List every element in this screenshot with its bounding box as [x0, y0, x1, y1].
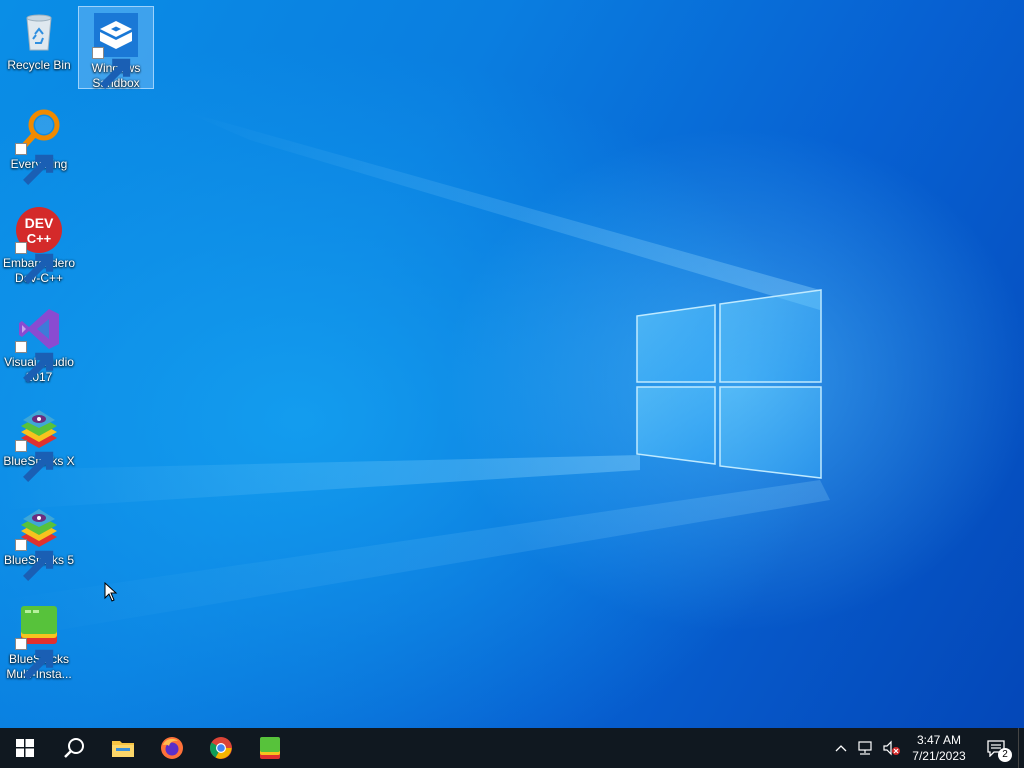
- shortcut-arrow-icon: [15, 341, 54, 383]
- desktop-icon-bluestacks-5[interactable]: BlueStacks 5: [1, 499, 77, 581]
- shortcut-arrow-icon: [15, 242, 54, 284]
- chrome-icon: [209, 737, 232, 759]
- dev-cpp-icon-text-top: DEV: [25, 215, 54, 231]
- firefox-icon: [160, 737, 183, 759]
- start-button[interactable]: [0, 728, 49, 768]
- chrome-button[interactable]: [196, 728, 245, 768]
- network-button[interactable]: [852, 728, 878, 768]
- dev-cpp-icon: DEV C++: [15, 206, 63, 284]
- bluestacks-5-icon: [15, 503, 63, 581]
- network-icon: [858, 741, 872, 755]
- desktop-icon-windows-sandbox[interactable]: Windows Sandbox: [78, 6, 154, 90]
- show-hidden-icons-button[interactable]: [830, 728, 852, 768]
- desktop-icon-bluestacks-multi-instance[interactable]: BlueStacks Multi-Insta...: [1, 598, 77, 682]
- desktop: Recycle Bin Windows Sandbox Everything D…: [0, 0, 1024, 728]
- mouse-cursor-icon: [104, 582, 118, 602]
- search-icon: [63, 738, 84, 758]
- volume-button[interactable]: [878, 728, 904, 768]
- visual-studio-icon: [15, 305, 63, 383]
- bluestacks-multi-instance-icon: [259, 737, 280, 759]
- shortcut-arrow-icon: [15, 638, 54, 680]
- desktop-icon-bluestacks-x[interactable]: BlueStacks X: [1, 400, 77, 482]
- desktop-icon-everything[interactable]: Everything: [1, 103, 77, 185]
- firefox-button[interactable]: [147, 728, 196, 768]
- shortcut-arrow-icon: [15, 440, 54, 482]
- recycle-bin-icon: [15, 8, 63, 56]
- show-desktop-button[interactable]: [1018, 728, 1024, 768]
- shortcut-arrow-icon: [15, 539, 54, 581]
- desktop-icon-label: Recycle Bin: [7, 58, 71, 72]
- search-button[interactable]: [49, 728, 98, 768]
- taskbar: 3:47 AM 7/21/2023 2: [0, 728, 1024, 768]
- bluestacks-multi-instance-button[interactable]: [245, 728, 294, 768]
- chevron-up-icon: [835, 745, 847, 752]
- shortcut-arrow-icon: [15, 143, 54, 185]
- folder-icon: [111, 741, 134, 757]
- everything-search-icon: [15, 107, 63, 185]
- file-explorer-button[interactable]: [98, 728, 147, 768]
- system-tray: 3:47 AM 7/21/2023 2: [830, 728, 1024, 768]
- windows-sandbox-icon: [92, 11, 140, 89]
- clock[interactable]: 3:47 AM 7/21/2023: [904, 728, 974, 768]
- desktop-icon-dev-cpp[interactable]: DEV C++ Embarcadero Dev-C++: [1, 202, 77, 286]
- clock-date: 7/21/2023: [912, 749, 966, 763]
- windows-logo-icon: [15, 739, 34, 757]
- shortcut-arrow-icon: [92, 47, 131, 89]
- desktop-icon-visual-studio[interactable]: Visual Studio 2017: [1, 301, 77, 385]
- bluestacks-x-icon: [15, 404, 63, 482]
- clock-time: 3:47 AM: [916, 733, 961, 747]
- action-center-button[interactable]: 2: [974, 728, 1018, 768]
- desktop-icon-recycle-bin[interactable]: Recycle Bin: [1, 4, 77, 73]
- volume-muted-icon: [883, 740, 900, 756]
- bluestacks-multi-instance-icon: [15, 602, 63, 680]
- notification-count-badge: 2: [998, 748, 1012, 762]
